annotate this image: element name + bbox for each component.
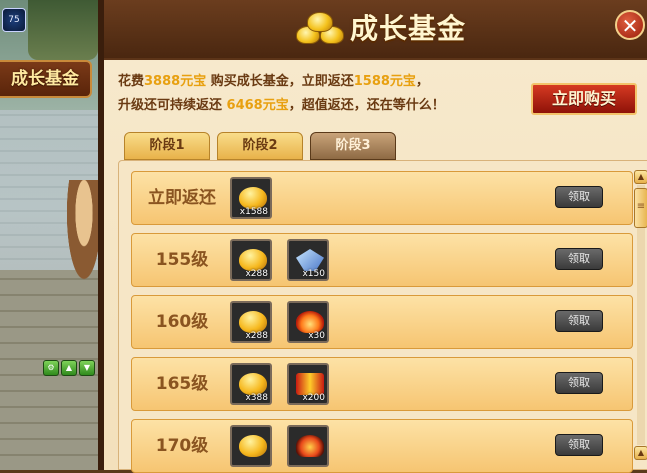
fund-description: 花费3888元宝 购买成长基金，立即返还1588元宝， 升级还可持续返还 646… [118,70,518,118]
item-quantity: x200 [302,393,325,403]
tab-stage-2[interactable]: 阶段2 [217,132,303,160]
desc-instant-return-highlight: 1588元宝 [353,74,416,89]
claim-button[interactable]: 领取 [555,310,603,332]
gold-ingot-icon [239,373,267,395]
item-quantity: x388 [245,393,268,403]
row-label: 155级 [155,250,209,270]
row-label: 160级 [155,312,209,332]
desc-text: 花费 [118,74,145,89]
reward-row: 165级 x388 x200 领取 [131,357,633,411]
reward-item[interactable]: x288 [230,239,272,281]
reward-item[interactable] [230,425,272,467]
close-button[interactable]: ✕ [615,10,645,40]
reward-row: 160级 x288 x30 领取 [131,295,633,349]
claim-button[interactable]: 领取 [555,372,603,394]
row-label: 立即返还 [148,188,216,208]
gold-ingot-icon [239,187,267,209]
growth-fund-panel: 成长基金 ✕ 花费3888元宝 购买成长基金，立即返还1588元宝， 升级还可持… [98,0,647,473]
description-line-2: 升级还可持续返还 6468元宝，超值返还，还在等什么！ [118,94,518,118]
scroll-thumb[interactable] [634,188,647,228]
tab-stage-3[interactable]: 阶段3 [310,132,396,160]
item-quantity: x30 [308,331,325,341]
desc-cost-highlight: 3888元宝 [144,74,207,89]
building-roof [28,0,98,60]
side-tab-label: 成长基金 [11,69,79,89]
scroll-down-button[interactable]: ▲ [634,446,647,460]
stage-tabs: 阶段1 阶段2 阶段3 [124,132,396,160]
reward-row: 155级 x288 x150 领取 [131,233,633,287]
item-quantity: x288 [245,269,268,279]
desc-text: 升级还可持续返还 [118,98,227,113]
reward-item[interactable] [287,425,329,467]
desc-text: ，超值返还，还在等什么！ [288,98,445,113]
settings-mini-button[interactable]: ⚙ [43,360,59,376]
level-badge[interactable]: 75 [2,8,26,32]
claim-button[interactable]: 领取 [555,434,603,456]
title-group: 成长基金 [294,6,466,48]
fire-orb-icon [296,311,324,333]
mini-button-group: ⚙ ▲ ▼ [43,360,95,376]
claim-button[interactable]: 领取 [555,248,603,270]
reward-row: 170级 领取 [131,419,633,473]
desc-total-return-highlight: 6468元宝 [226,98,289,113]
panel-title: 成长基金 [350,12,467,45]
row-label: 170级 [155,436,209,456]
desc-text: ， [415,74,429,89]
close-icon: ✕ [621,14,639,38]
tab-stage-1[interactable]: 阶段1 [124,132,210,160]
reward-item[interactable]: x150 [287,239,329,281]
reward-row: 立即返还 x1588 领取 [131,171,633,225]
claim-button[interactable]: 领取 [555,186,603,208]
up-mini-button[interactable]: ▲ [61,360,77,376]
description-line-1: 花费3888元宝 购买成长基金，立即返还1588元宝， [118,70,518,94]
reward-item[interactable]: x200 [287,363,329,405]
reward-item[interactable]: x1588 [230,177,272,219]
reward-list-scrollbar[interactable]: ▲ ▲ [634,170,647,460]
panel-header: 成长基金 ✕ [104,0,647,58]
reward-item[interactable]: x288 [230,301,272,343]
desc-text: 购买成长基金，立即返还 [206,74,354,89]
gold-ingot-icon [239,435,267,457]
rune-scroll-icon [296,373,324,395]
scroll-up-button[interactable]: ▲ [634,170,647,184]
down-mini-button[interactable]: ▼ [79,360,95,376]
flame-icon [296,435,324,457]
reward-item[interactable]: x388 [230,363,272,405]
gold-pile-icon [294,6,346,48]
item-quantity: x1588 [239,207,268,217]
gold-ingot-icon [239,249,267,271]
growth-fund-side-tab[interactable]: 成长基金 [0,60,92,98]
crystal-icon [296,249,324,271]
item-quantity: x150 [302,269,325,279]
item-quantity: x288 [245,331,268,341]
row-label: 165级 [155,374,209,394]
buy-now-button[interactable]: 立即购买 [531,83,637,115]
gold-ingot-icon [239,311,267,333]
reward-item[interactable]: x30 [287,301,329,343]
reward-list: 立即返还 x1588 领取 155级 x288 x150 领取 160级 x28… [118,160,647,473]
